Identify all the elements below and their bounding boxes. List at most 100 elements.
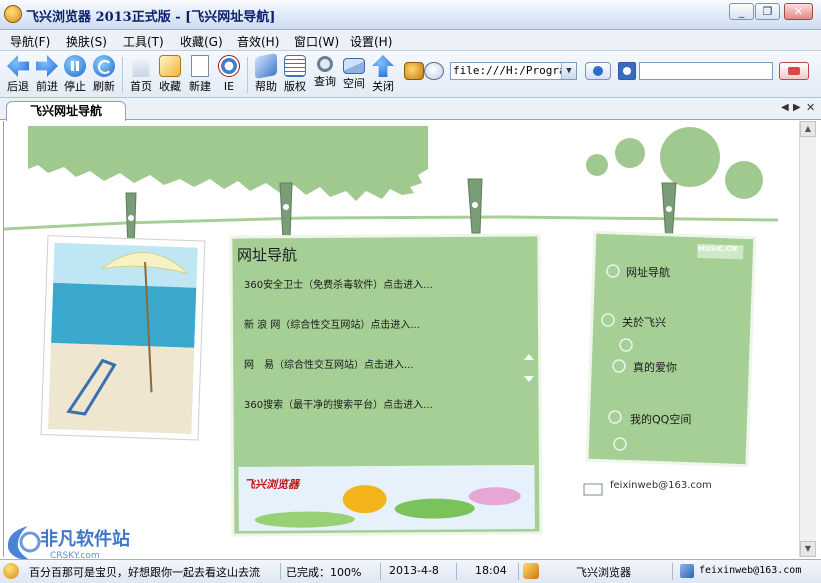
help-book-icon [255, 53, 277, 79]
toolbar-separator [247, 57, 248, 93]
restore-button[interactable]: ❐ [755, 3, 780, 20]
nav-link-163[interactable]: 网 易（综合性交互网站）点击进入... [244, 356, 433, 396]
nav-links: 360安全卫士（免费杀毒软件）点击进入... 新 浪 网（综合性交互网站）点击进… [244, 276, 433, 436]
clothesline [4, 215, 779, 231]
address-bar[interactable]: file:///H:/Program% ▼ [450, 62, 577, 80]
tree-canopy [28, 126, 428, 201]
scroll-down-icon[interactable]: ▼ [800, 541, 816, 557]
status-bar: 百分百那可是宝贝，好想跟你一起去看这山去流 已完成：100% 2013-4-8 … [0, 559, 821, 583]
copyright-doc-icon [284, 55, 306, 77]
mail-envelope-icon [343, 58, 365, 74]
menu-tools[interactable]: 工具(T) [123, 33, 164, 50]
vertical-scrollbar[interactable]: ▲ ▼ [799, 121, 816, 557]
deco-circle [725, 161, 763, 199]
status-app-icon [3, 563, 19, 579]
scroll-up-icon[interactable]: ▲ [800, 121, 816, 137]
app-logo-icon [4, 5, 22, 23]
new-page-button[interactable]: 新建 [187, 53, 213, 97]
tab-strip: 飞兴网址导航 ◀ ▶ ✕ [0, 98, 821, 121]
search-input[interactable] [639, 62, 773, 80]
deco-circle [615, 138, 645, 168]
pause-icon [64, 55, 86, 77]
tab-close-icon[interactable]: ✕ [806, 101, 815, 114]
forward-arrow-icon [36, 55, 58, 77]
status-email: feixinweb@163.com [699, 565, 802, 576]
page-email: feixinweb@163.com [610, 480, 712, 491]
clothespin-icon [279, 182, 293, 240]
refresh-button[interactable]: 刷新 [91, 53, 117, 97]
banner-text: 飞兴浏览器 [244, 478, 299, 491]
refresh-icon [93, 55, 115, 77]
toolbar-separator [122, 57, 123, 93]
refresh-label: 刷新 [93, 80, 115, 93]
help-button[interactable]: 帮助 [253, 53, 279, 97]
favorites-label: 收藏 [159, 80, 181, 93]
side-item-love[interactable]: 真的爱你 [633, 359, 677, 375]
minimize-button[interactable]: _ [729, 3, 754, 20]
status-app-name: 飞兴浏览器 [576, 566, 631, 579]
copyright-button[interactable]: 版权 [282, 53, 308, 97]
space-button[interactable]: 空间 [341, 53, 367, 97]
close-page-label: 关闭 [372, 80, 394, 93]
tab-label: 飞兴网址导航 [29, 104, 102, 118]
deco-circle [660, 127, 720, 187]
status-separator [456, 563, 457, 580]
status-app-logo-icon [523, 563, 539, 579]
status-message: 百分百那可是宝贝，好想跟你一起去看这山去流 [29, 566, 260, 579]
title-bar[interactable]: 飞兴浏览器 2013正式版 - [飞兴网址导航] _ ❐ ✕ [0, 0, 821, 30]
menu-sound[interactable]: 音效(H) [237, 33, 279, 50]
query-button[interactable]: 查询 [312, 53, 338, 97]
side-badge: MUSIC.CN [698, 245, 738, 253]
ie-icon [218, 55, 240, 77]
status-separator [518, 563, 519, 580]
back-button[interactable]: 后退 [5, 53, 31, 97]
tab-navigation[interactable]: 飞兴网址导航 [6, 101, 126, 121]
go-button[interactable] [585, 62, 611, 80]
beach-photo [40, 235, 206, 441]
side-item-qq[interactable]: 我的QQ空间 [630, 411, 691, 427]
address-value: file:///H:/Program% [453, 64, 577, 77]
close-page-button[interactable]: 关闭 [370, 53, 396, 97]
email-icon [583, 483, 603, 496]
status-separator [380, 563, 381, 580]
favorites-icon [159, 55, 181, 77]
close-window-button[interactable]: ✕ [784, 3, 813, 20]
address-dropdown-icon[interactable]: ▼ [561, 63, 576, 79]
window-title: 飞兴浏览器 2013正式版 - [飞兴网址导航] [26, 10, 276, 25]
page-content: 网址导航 360安全卫士（免费杀毒软件）点击进入... 新 浪 网（综合性交互网… [3, 121, 798, 557]
nav-panel-content: 网址导航 360安全卫士（免费杀毒软件）点击进入... 新 浪 网（综合性交互网… [232, 236, 540, 534]
forward-button[interactable]: 前进 [34, 53, 60, 97]
magnifier-icon [317, 56, 333, 72]
menu-navigate[interactable]: 导航(F) [10, 33, 50, 50]
status-time: 18:04 [475, 564, 507, 577]
copyright-label: 版权 [284, 80, 306, 93]
nav-link-360-search[interactable]: 360搜索（最干净的搜索平台）点击进入... [244, 396, 433, 436]
side-item-about[interactable]: 关於飞兴 [622, 314, 666, 330]
status-date: 2013-4-8 [389, 564, 439, 577]
menu-window[interactable]: 窗口(W) [294, 33, 339, 50]
back-arrow-icon [7, 55, 29, 77]
status-email-icon [680, 564, 694, 578]
stop-button[interactable]: 停止 [62, 53, 88, 97]
menu-favorites[interactable]: 收藏(G) [180, 33, 223, 50]
baidu-paw-icon[interactable] [618, 62, 636, 80]
up-arrow-icon [372, 55, 394, 77]
ie-button[interactable]: IE [216, 53, 242, 97]
nav-title: 网址导航 [237, 246, 298, 264]
menu-bar: 导航(F) 换肤(S) 工具(T) 收藏(G) 音效(H) 窗口(W) 设置(H… [0, 30, 821, 51]
side-item-nav[interactable]: 网址导航 [626, 264, 670, 280]
side-panel [585, 230, 757, 468]
menu-settings[interactable]: 设置(H) [350, 33, 392, 50]
home-button[interactable]: 首页 [128, 53, 154, 97]
nav-link-360[interactable]: 360安全卫士（免费杀毒软件）点击进入... [244, 276, 433, 316]
tab-prev-icon[interactable]: ◀ [781, 102, 789, 113]
tab-next-icon[interactable]: ▶ [793, 102, 801, 113]
search-button[interactable] [779, 62, 809, 80]
deco-circle [586, 154, 608, 176]
skin-icon[interactable] [404, 62, 424, 80]
status-separator [280, 563, 281, 580]
nav-link-sina[interactable]: 新 浪 网（综合性交互网站）点击进入... [244, 316, 433, 356]
favorites-button[interactable]: 收藏 [157, 53, 183, 97]
search-magnifier-icon[interactable] [424, 62, 444, 80]
menu-skin[interactable]: 换肤(S) [66, 33, 107, 50]
